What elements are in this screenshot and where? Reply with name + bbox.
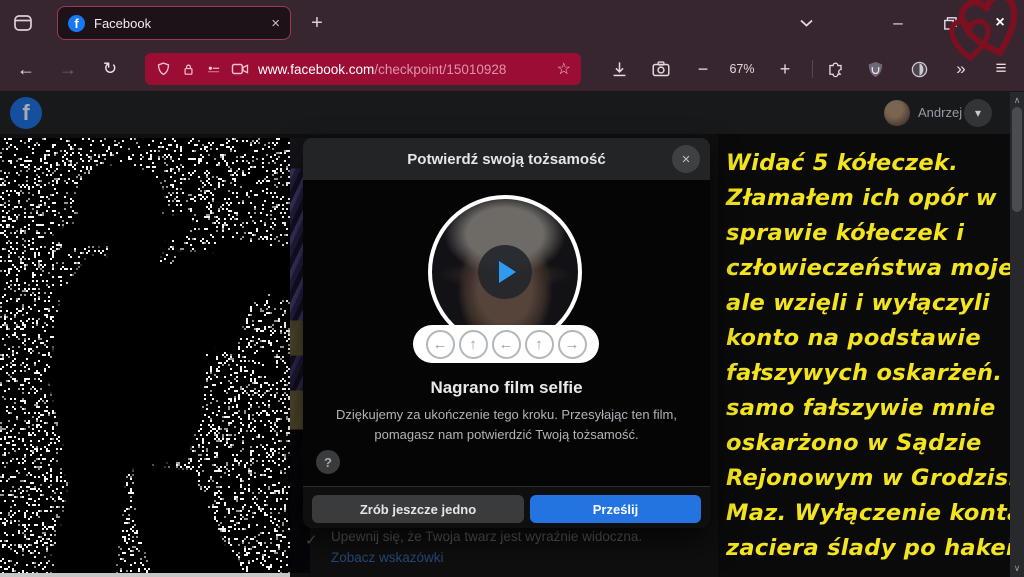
facebook-logo-icon[interactable]: f [10,97,42,129]
zoom-level[interactable]: 67% [720,46,764,92]
permissions-slider-icon[interactable] [205,62,222,77]
play-icon [499,261,516,283]
downloads-icon[interactable] [602,46,636,92]
url-domain: www.facebook.com [258,62,374,77]
facebook-topbar: f Andrzej ▾ [0,92,1010,134]
submit-button[interactable]: Prześlij [530,495,701,523]
tab-close-icon[interactable]: × [271,15,280,32]
hint-text: Upewnij się, że Twoja twarz jest wyraźni… [331,529,642,544]
darkreader-icon[interactable] [902,46,936,92]
note-line: sprawie kółeczek i [726,216,1006,251]
window-restore-button[interactable] [934,0,966,46]
noise-photo-canvas [0,138,290,573]
bookmark-star-icon[interactable]: ☆ [557,59,571,79]
hint-tips-link[interactable]: Zobacz wskazówki [331,550,444,565]
play-button[interactable] [478,245,532,299]
shield-icon[interactable] [155,61,172,78]
zoom-out-icon[interactable]: − [686,46,720,92]
help-button[interactable]: ? [316,450,340,474]
camera-permission-icon[interactable] [231,62,249,76]
note-line: Maz. Wyłączenie konta [726,496,1006,531]
reload-icon[interactable]: ↻ [94,46,126,92]
scroll-down-icon[interactable]: ∨ [1010,563,1024,574]
url-path: /checkpoint/15010928 [374,62,506,77]
noisy-photographer-image [0,138,290,573]
note-line: oskarżono w Sądzie [726,426,1006,461]
extensions-puzzle-icon[interactable] [818,46,852,92]
dialog-header: Potwierdź swoją tożsamość × [303,138,710,180]
arrow-left-icon: ← [426,330,455,359]
note-line: samo fałszywie mnie [726,391,1006,426]
dialog-heading: Nagrano film selfie [303,378,710,398]
profile-avatar[interactable] [884,100,910,126]
browser-toolbar: ← → ↻ www.facebook.com/checkpoint/150109… [0,46,1024,92]
dialog-description: Dziękujemy za ukończenie tego kroku. Prz… [329,405,684,444]
window-minimize-button[interactable]: – [882,0,914,46]
note-line: Złamałem ich opór w [726,181,1006,216]
arrow-up-icon: ↑ [525,330,554,359]
yellow-note-panel: Widać 5 kółeczek. Złamałem ich opór w sp… [718,134,1010,577]
note-line: Rejonowym w Grodzisku [726,461,1006,496]
url-text[interactable]: www.facebook.com/checkpoint/15010928 [258,62,548,77]
scroll-up-icon[interactable]: ∧ [1010,95,1024,106]
arrow-right-icon: → [558,330,587,359]
back-icon[interactable]: ← [10,46,42,92]
note-line: ale wzięli i wyłączyli [726,286,1006,321]
hamburger-menu-icon[interactable]: ≡ [984,46,1018,92]
facebook-favicon-icon: f [68,15,85,32]
note-line: fałszywych oskarżeń. Tak [726,356,1006,391]
toolbar-divider [812,60,813,78]
arrow-up-icon: ↑ [459,330,488,359]
profile-name[interactable]: Andrzej [918,105,962,120]
page-scrollbar[interactable]: ∧ ∨ [1010,92,1024,577]
check-icon: ✓ [305,531,318,549]
browser-tab-facebook[interactable]: f Facebook × [57,6,291,40]
list-all-tabs-icon[interactable] [790,0,822,46]
dialog-footer: Zrób jeszcze jedno Prześlij [303,486,710,528]
account-caret-button[interactable]: ▾ [964,99,992,127]
dialog-title: Potwierdź swoją tożsamość [407,151,605,168]
new-tab-button[interactable]: + [303,9,331,37]
lock-icon[interactable] [181,62,196,77]
window-close-button[interactable]: × [984,0,1016,46]
ublock-origin-icon[interactable] [858,46,892,92]
address-bar[interactable]: www.facebook.com/checkpoint/15010928 ☆ [145,53,581,85]
note-line: człowieczeństwa mojego [726,251,1006,286]
forward-icon[interactable]: → [52,46,84,92]
scrollbar-thumb[interactable] [1012,107,1022,212]
image-bottom-strip [0,573,290,577]
firefox-view-icon[interactable] [12,12,34,34]
overflow-menu-icon[interactable]: » [944,46,978,92]
identity-confirm-dialog: Potwierdź swoją tożsamość × ← ↑ ← ↑ → Na… [303,138,710,528]
retake-button[interactable]: Zrób jeszcze jedno [312,495,524,523]
note-line: zaciera ślady po hakerze. [726,531,1006,566]
note-line: konto na podstawie [726,321,1006,356]
tab-title: Facebook [94,16,271,31]
dialog-close-icon[interactable]: × [672,145,700,173]
browser-tab-bar: f Facebook × + – × [0,0,1024,46]
arrow-left-icon: ← [492,330,521,359]
browser-window: f Facebook × + – × ← → ↻ [0,0,1024,577]
screenshot-camera-icon[interactable] [644,46,678,92]
zoom-in-icon[interactable]: + [768,46,802,92]
head-movement-steps: ← ↑ ← ↑ → [413,325,599,363]
note-line: Widać 5 kółeczek. [726,146,1006,181]
facebook-page: f Andrzej ▾ Potwierdź swoją tożsamość × … [0,92,1024,577]
